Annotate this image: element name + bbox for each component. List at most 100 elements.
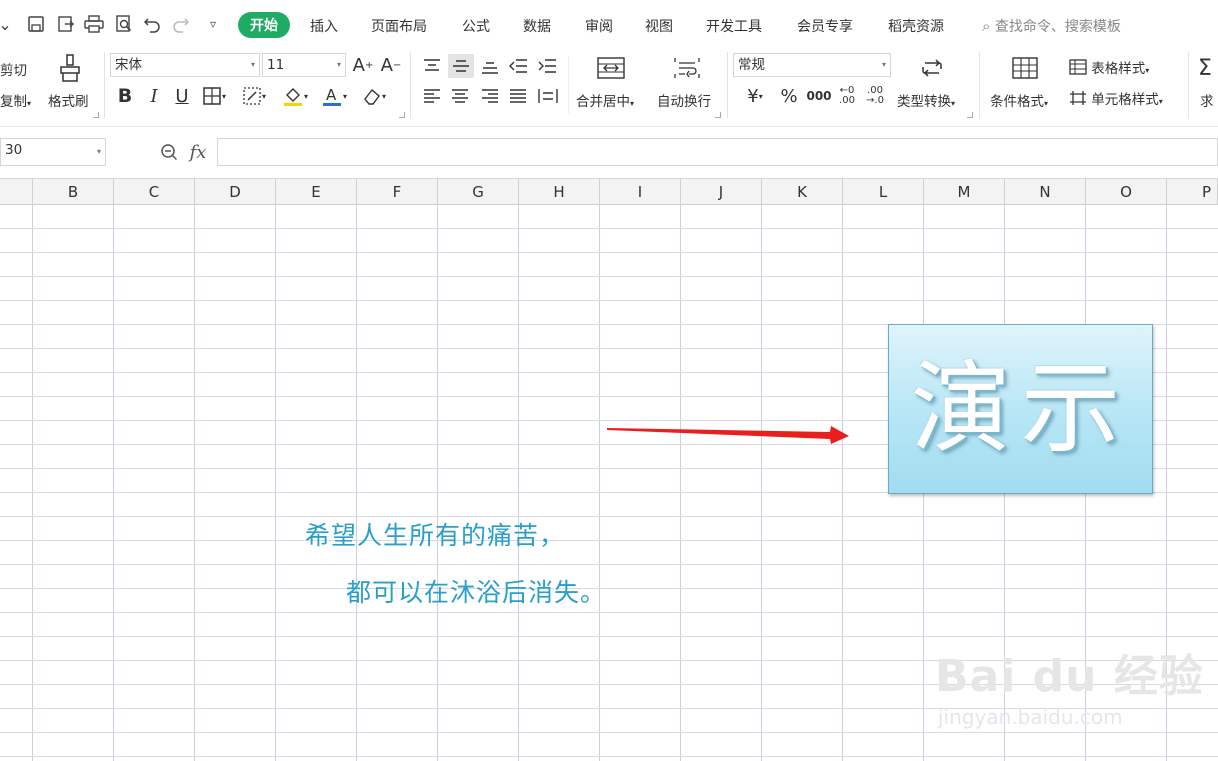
type-convert-icon[interactable] (915, 54, 949, 82)
distributed-icon[interactable] (535, 84, 561, 108)
cut-button[interactable]: 剪切 (0, 59, 27, 79)
baidu-jingyan-watermark: Bai du 经验 (935, 651, 1204, 702)
column-header[interactable]: O (1086, 179, 1167, 205)
copy-label: 复制 (0, 94, 27, 110)
tab-page-layout[interactable]: 页面布局 (371, 16, 427, 36)
column-header-a[interactable] (0, 179, 33, 205)
tab-home[interactable]: 开始 (238, 12, 290, 38)
column-header[interactable]: B (33, 179, 114, 205)
number-format-value: 常规 (738, 57, 765, 73)
font-size-select[interactable]: 11 ▾ (262, 53, 346, 77)
increase-decimal-icon[interactable]: ←0.00 (834, 82, 860, 110)
formula-input[interactable] (217, 138, 1218, 166)
tab-member[interactable]: 会员专享 (797, 16, 853, 36)
cell-style-label: 单元格样式 (1091, 92, 1159, 108)
name-box[interactable]: 30 ▾ (0, 138, 106, 166)
fill-pattern-icon[interactable]: ▾ (238, 84, 270, 108)
borders-icon[interactable]: ▾ (198, 84, 230, 108)
merge-center-button[interactable]: 合并居中▾ (576, 90, 634, 110)
column-header[interactable]: C (114, 179, 195, 205)
tab-docer[interactable]: 稻壳资源 (888, 16, 944, 36)
column-header[interactable]: H (519, 179, 600, 205)
redo-icon[interactable] (170, 13, 192, 35)
poem-line-2[interactable]: 都可以在沐浴后消失。 (346, 573, 606, 609)
type-convert-button[interactable]: 类型转换▾ (897, 90, 955, 110)
tab-data[interactable]: 数据 (523, 16, 551, 36)
decrease-indent-icon[interactable] (506, 54, 530, 78)
conditional-format-icon[interactable] (1008, 54, 1042, 82)
poem-line-1[interactable]: 希望人生所有的痛苦， (305, 516, 565, 552)
undo-icon[interactable] (141, 13, 163, 35)
column-header[interactable]: F (357, 179, 438, 205)
cell-style-button[interactable]: 单元格样式▾ (1069, 88, 1163, 108)
customize-icon[interactable]: ▿ (202, 13, 224, 35)
tab-insert[interactable]: 插入 (310, 16, 338, 36)
font-size-value: 11 (267, 57, 285, 73)
align-bottom-icon[interactable] (478, 54, 502, 78)
zoom-formula-icon[interactable] (158, 140, 180, 164)
print-icon[interactable] (83, 13, 105, 35)
align-middle-icon[interactable] (448, 54, 474, 78)
sum-icon[interactable]: Σ (1198, 54, 1218, 82)
dialog-launcher-icon[interactable] (93, 112, 99, 118)
align-left-icon[interactable] (420, 84, 444, 108)
save-icon[interactable] (25, 13, 47, 35)
export-icon[interactable] (55, 13, 77, 35)
font-grow-icon[interactable]: A + (352, 53, 374, 77)
align-center-icon[interactable] (448, 84, 472, 108)
search-box[interactable]: ⌕ 查找命令、搜索模板 (982, 16, 1121, 36)
column-header[interactable]: I (600, 179, 681, 205)
divider (104, 52, 105, 118)
justify-icon[interactable] (506, 84, 530, 108)
align-top-icon[interactable] (420, 54, 444, 78)
table-style-button[interactable]: 表格样式▾ (1069, 57, 1149, 77)
format-painter-button[interactable]: 格式刷 (48, 90, 89, 110)
font-name-select[interactable]: 宋体 ▾ (110, 53, 260, 77)
dialog-launcher-icon[interactable] (715, 112, 721, 118)
column-header[interactable]: L (843, 179, 924, 205)
number-format-select[interactable]: 常规 ▾ (733, 53, 891, 77)
font-color-icon[interactable]: A ▾ (318, 84, 350, 108)
copy-button[interactable]: 复制▾ (0, 90, 31, 110)
column-header[interactable]: P (1167, 179, 1218, 205)
demo-text: 演示 (910, 350, 1131, 467)
font-shrink-icon[interactable]: A − (380, 53, 402, 77)
column-header[interactable]: N (1005, 179, 1086, 205)
chevron-down-icon[interactable]: ⌄ (0, 13, 12, 35)
column-header[interactable]: E (276, 179, 357, 205)
red-arrow-shape[interactable] (605, 420, 855, 450)
italic-icon[interactable]: I (144, 84, 164, 108)
fx-icon[interactable]: fx (186, 140, 210, 164)
clear-format-icon[interactable]: ▾ (357, 84, 391, 108)
underline-icon[interactable]: U (172, 84, 192, 108)
column-header[interactable]: K (762, 179, 843, 205)
decrease-decimal-icon[interactable]: .00 →.0 (862, 82, 888, 110)
column-header[interactable]: D (195, 179, 276, 205)
thousands-separator-icon[interactable]: 000 (806, 84, 832, 108)
tab-formulas[interactable]: 公式 (462, 16, 490, 36)
dialog-launcher-icon[interactable] (399, 112, 405, 118)
conditional-format-button[interactable]: 条件格式▾ (990, 90, 1048, 110)
merge-center-icon[interactable] (594, 54, 628, 82)
tab-review[interactable]: 审阅 (585, 16, 613, 36)
demo-text-box[interactable]: 演示 (888, 324, 1153, 494)
sum-button[interactable]: 求 (1200, 90, 1218, 110)
increase-indent-icon[interactable] (535, 54, 559, 78)
percent-icon[interactable]: % (778, 84, 800, 108)
wrap-text-button[interactable]: 自动换行 (657, 90, 711, 110)
format-painter-icon[interactable] (55, 52, 85, 84)
bold-icon[interactable]: B (115, 84, 135, 108)
fill-color-icon[interactable]: ▾ (279, 84, 311, 108)
wrap-text-icon[interactable] (670, 54, 704, 82)
dialog-launcher-icon[interactable] (967, 112, 973, 118)
currency-button[interactable]: ¥ ▾ (738, 84, 772, 108)
align-right-icon[interactable] (478, 84, 502, 108)
type-convert-label: 类型转换 (897, 94, 951, 110)
column-header[interactable]: M (924, 179, 1005, 205)
column-header[interactable]: J (681, 179, 762, 205)
tab-developer[interactable]: 开发工具 (706, 16, 762, 36)
divider (979, 52, 980, 118)
column-header[interactable]: G (438, 179, 519, 205)
print-preview-icon[interactable] (113, 13, 135, 35)
tab-view[interactable]: 视图 (645, 16, 673, 36)
